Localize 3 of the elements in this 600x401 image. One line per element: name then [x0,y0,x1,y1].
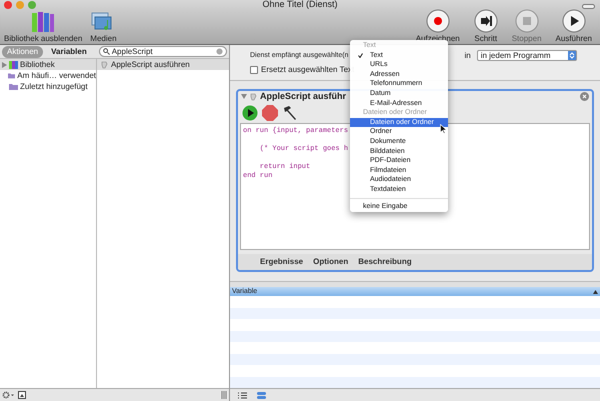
service-in-label: in [464,52,471,60]
action-title: AppleScript ausführ [260,92,346,102]
window-title: Ohne Titel (Dienst) [262,0,338,11]
